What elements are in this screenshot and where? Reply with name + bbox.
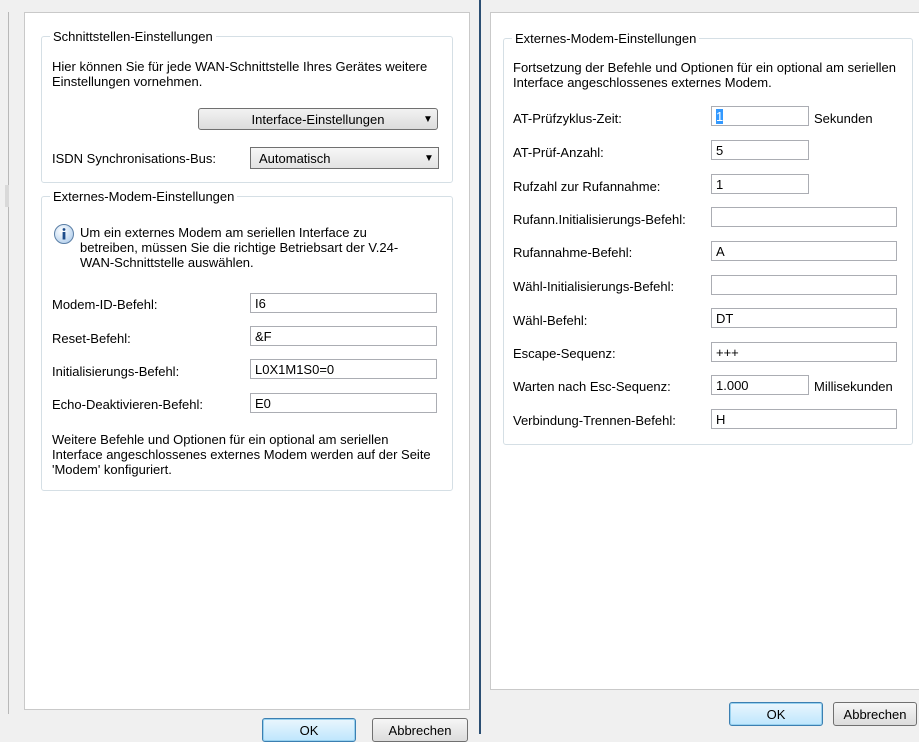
at-check-cycle-field[interactable]: 1 [711, 106, 809, 126]
left-settings-page: Schnittstellen-Einstellungen Hier können… [24, 12, 470, 710]
escape-wait-label: Warten nach Esc-Sequenz: [513, 379, 671, 394]
ring-count-label: Rufzahl zur Rufannahme: [513, 179, 661, 194]
external-modem-footer-text: Weitere Befehle und Optionen für ein opt… [52, 432, 431, 477]
answer-command-label: Rufannahme-Befehl: [513, 245, 633, 260]
escape-wait-unit: Millisekunden [814, 379, 893, 394]
interface-settings-description: Hier können Sie für jede WAN-Schnittstel… [52, 59, 428, 89]
init-command-label: Initialisierungs-Befehl: [52, 364, 180, 379]
echo-off-command-field[interactable] [250, 393, 437, 413]
hangup-command-field[interactable] [711, 409, 897, 429]
escape-sequence-field[interactable] [711, 342, 897, 362]
at-check-cycle-unit: Sekunden [814, 111, 873, 126]
at-check-cycle-label: AT-Prüfzyklus-Zeit: [513, 111, 622, 126]
modem-id-field[interactable] [250, 293, 437, 313]
answer-command-field[interactable] [711, 241, 897, 261]
hangup-command-label: Verbindung-Trennen-Befehl: [513, 413, 676, 428]
reset-command-label: Reset-Befehl: [52, 331, 131, 346]
external-modem-continued-legend: Externes-Modem-Einstellungen [515, 31, 697, 46]
right-settings-page: Externes-Modem-Einstellungen Fortsetzung… [490, 12, 919, 690]
dial-init-command-label: Wähl-Initialisierungs-Befehl: [513, 279, 675, 294]
left-dialog: Schnittstellen-Einstellungen Hier können… [0, 0, 478, 742]
window-edge-handle [5, 185, 9, 207]
dial-command-field[interactable] [711, 308, 897, 328]
interface-settings-button[interactable]: Interface-Einstellungen ▼ [198, 108, 438, 130]
ok-button-right[interactable]: OK [729, 702, 823, 726]
interface-settings-button-label: Interface-Einstellungen [251, 111, 385, 127]
external-modem-continued-description: Fortsetzung der Befehle und Optionen für… [513, 60, 897, 90]
dropdown-arrow-icon: ▼ [423, 113, 433, 125]
modem-id-label: Modem-ID-Befehl: [52, 297, 158, 312]
isdn-sync-bus-value: Automatisch [259, 150, 331, 166]
window-edge [8, 12, 9, 714]
external-modem-info-text: Um ein externes Modem am seriellen Inter… [80, 225, 399, 270]
ring-count-field[interactable] [711, 174, 809, 194]
dial-init-command-field[interactable] [711, 275, 897, 295]
cancel-button-label: Abbrechen [388, 722, 452, 738]
external-modem-legend: Externes-Modem-Einstellungen [53, 189, 235, 204]
init-command-field[interactable] [250, 359, 437, 379]
cancel-button[interactable]: Abbrechen [372, 718, 468, 742]
at-check-cycle-value: 1 [716, 109, 724, 124]
escape-sequence-label: Escape-Sequenz: [513, 346, 616, 361]
cancel-button-right[interactable]: Abbrechen [833, 702, 917, 726]
answer-init-command-field[interactable] [711, 207, 897, 227]
info-icon [54, 224, 74, 244]
ok-button-label: OK [299, 722, 319, 738]
interface-settings-legend: Schnittstellen-Einstellungen [53, 29, 213, 44]
answer-init-command-label: Rufann.Initialisierungs-Befehl: [513, 212, 686, 227]
isdn-sync-bus-select[interactable]: Automatisch ▼ [250, 147, 439, 169]
escape-wait-field[interactable] [711, 375, 809, 395]
at-check-count-field[interactable] [711, 140, 809, 160]
ok-button[interactable]: OK [262, 718, 356, 742]
at-check-count-label: AT-Prüf-Anzahl: [513, 145, 604, 160]
cancel-button-right-label: Abbrechen [843, 706, 907, 722]
reset-command-field[interactable] [250, 326, 437, 346]
dial-command-label: Wähl-Befehl: [513, 313, 588, 328]
ok-button-right-label: OK [766, 706, 786, 722]
isdn-sync-bus-label: ISDN Synchronisations-Bus: [52, 151, 217, 166]
echo-off-command-label: Echo-Deaktivieren-Befehl: [52, 397, 204, 412]
chevron-down-icon: ▼ [424, 152, 434, 164]
